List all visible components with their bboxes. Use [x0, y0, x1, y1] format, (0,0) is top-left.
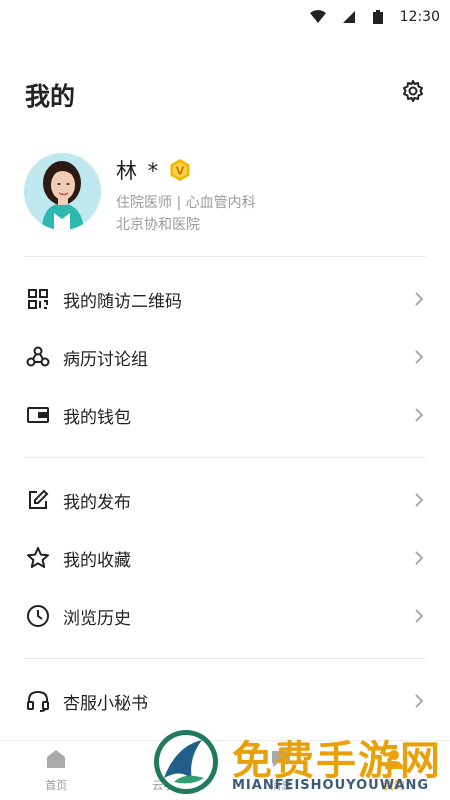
wallet-icon: [26, 403, 50, 427]
user-title: 住院医师 | 心血管内科: [116, 195, 256, 211]
status-bar: 12:30: [0, 0, 450, 34]
menu-label: 杏服小秘书: [63, 693, 148, 714]
name-row: 林 * V: [116, 155, 192, 185]
chevron-right-icon: [412, 408, 426, 422]
verified-badge-icon: V: [168, 158, 192, 182]
group-nodes-icon: [26, 345, 50, 369]
settings-button[interactable]: [400, 80, 426, 106]
user-name: 林 *: [116, 159, 161, 183]
menu-label: 浏览历史: [63, 608, 131, 629]
menu-item-qr-code[interactable]: 我的随访二维码: [0, 270, 450, 328]
menu-item-my-posts[interactable]: 我的发布: [0, 471, 450, 529]
page-title: 我的: [25, 82, 76, 111]
watermark: 免费手游网 MIANFEISHOUYOUWANG: [152, 728, 450, 800]
menu-label: 病历讨论组: [63, 349, 148, 370]
tab-label: 首页: [45, 779, 68, 792]
menu-item-wallet[interactable]: 我的钱包: [0, 386, 450, 444]
user-hospital: 北京协和医院: [116, 217, 200, 233]
menu-item-history[interactable]: 浏览历史: [0, 587, 450, 645]
tab-home[interactable]: 首页: [0, 741, 113, 800]
chevron-right-icon: [412, 694, 426, 708]
menu-label: 我的钱包: [63, 407, 131, 428]
profile-card[interactable]: 林 * V 住院医师 | 心血管内科 北京协和医院: [0, 150, 450, 256]
clock-icon: [26, 604, 50, 628]
menu-item-assistant[interactable]: 杏服小秘书: [0, 672, 450, 730]
edit-icon: [26, 488, 50, 512]
menu-label: 我的发布: [63, 492, 131, 513]
menu-item-favorites[interactable]: 我的收藏: [0, 529, 450, 587]
avatar[interactable]: [24, 153, 101, 230]
chevron-right-icon: [412, 551, 426, 565]
menu-label: 我的随访二维码: [63, 291, 182, 312]
wifi-icon: [309, 9, 326, 25]
menu-item-case-discussion[interactable]: 病历讨论组: [0, 328, 450, 386]
menu-label: 我的收藏: [63, 550, 131, 571]
watermark-subtitle: MIANFEISHOUYOUWANG: [232, 778, 430, 793]
chevron-right-icon: [412, 350, 426, 364]
menu-group-1: 我的随访二维码 病历讨论组 我的钱包: [0, 257, 450, 457]
chevron-right-icon: [412, 292, 426, 306]
gear-icon: [401, 79, 425, 107]
header: 我的: [0, 34, 450, 150]
status-time: 12:30: [399, 9, 440, 25]
menu-group-2: 我的发布 我的收藏 浏览历史: [0, 458, 450, 658]
headset-icon: [26, 689, 50, 713]
chevron-right-icon: [412, 609, 426, 623]
signal-icon: [340, 9, 356, 25]
verified-badge-letter: V: [176, 165, 185, 178]
qr-code-icon: [26, 287, 50, 311]
battery-icon: [370, 9, 386, 25]
star-icon: [26, 546, 50, 570]
home-icon: [45, 748, 67, 774]
chevron-right-icon: [412, 493, 426, 507]
watermark-logo: [152, 728, 220, 796]
